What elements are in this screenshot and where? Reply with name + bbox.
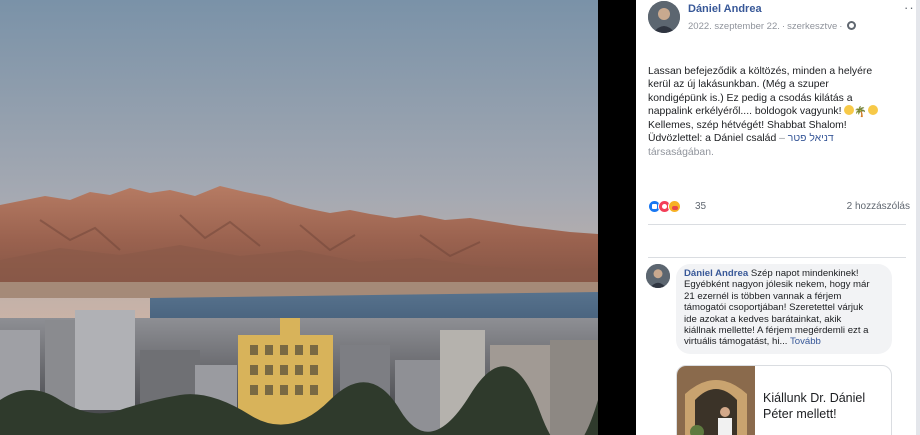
post-details-panel: Dániel Andrea 2022. szeptember 22. · szerk… <box>636 0 920 435</box>
meta-separator: · <box>781 21 786 32</box>
tag-separator: – <box>776 133 788 145</box>
post-header: Dániel Andrea 2022. szeptember 22. · szerk… <box>648 0 919 40</box>
comment-line: Egyébként nagyon jólesik nekem, hogy már <box>684 279 870 291</box>
comment-count-link[interactable]: 2 hozzászólás <box>847 201 910 212</box>
tag-suffix: társaságában. <box>648 146 714 158</box>
post-meta: 2022. szeptember 22. · szerkesztve · <box>688 21 857 32</box>
link-preview-image <box>677 366 755 435</box>
comment-line: Dániel Andrea Szép napot mindenkinek! <box>684 268 884 279</box>
comment-line: ide azokat a kedves barátainkat, akik <box>684 313 842 325</box>
care-reaction-icon[interactable] <box>668 200 681 213</box>
view-of-city-and-mountains-image <box>0 0 598 435</box>
panel-scrollbar[interactable] <box>916 0 920 435</box>
post-text-line-content: Üdvözlettel: a Dániel család <box>648 133 777 145</box>
link-title-line: Kiállunk Dr. Dániel <box>763 391 866 405</box>
post-text-line-content: nappalink erkélyéről.... boldogok vagyun… <box>648 105 842 117</box>
palm-tree-emoji-icon: 🌴 <box>854 106 867 118</box>
tagged-person-link[interactable]: דניאל פטר <box>788 133 834 144</box>
post-text-line: kerül az új lakásunkban. (Még a szuper <box>648 79 829 91</box>
photo-viewer-gap <box>598 0 636 435</box>
comment-last-line: virtuális támogatást, hi... <box>684 336 788 348</box>
comment-line: támogatói csoportjában! Szeretettel várj… <box>684 302 864 314</box>
comment-line: virtuális támogatást, hi... Tovább <box>684 336 884 347</box>
post-text-line: kondigépünk is.) Ez pedig a csodás kilát… <box>648 92 853 104</box>
post-text: Lassan befejeződik a költözés, minden a … <box>648 65 910 159</box>
author-avatar-image <box>648 1 680 33</box>
smiling-face-emoji-icon <box>867 104 878 115</box>
post-text-line: Lassan befejeződik a költözés, minden a … <box>648 66 873 77</box>
comment-first-line: Szép napot mindenkinek! <box>748 268 859 279</box>
post-photo[interactable] <box>0 0 598 435</box>
post-edited-label[interactable]: szerkesztve <box>787 21 837 32</box>
author-avatar[interactable] <box>648 1 680 33</box>
reaction-count[interactable]: 35 <box>695 201 706 212</box>
see-more-link[interactable]: Tovább <box>790 336 821 347</box>
comment-line: 21 ezernél is többen vannak a férjem <box>684 290 842 302</box>
divider <box>648 257 906 258</box>
divider <box>648 224 906 225</box>
comment-bubble: Dániel Andrea Szép napot mindenkinek! Eg… <box>676 264 892 354</box>
globe-icon <box>847 21 857 30</box>
comment-author-avatar[interactable] <box>646 264 670 288</box>
reactions-bar: 35 2 hozzászólás <box>648 199 910 215</box>
comment-line: kiállnak mellette! A férjem megérdemli e… <box>684 325 869 337</box>
post-author-name[interactable]: Dániel Andrea <box>688 3 762 15</box>
post-text-line: nappalink erkélyéről.... boldogok vagyun… <box>648 104 910 119</box>
post-text-line: Üdvözlettel: a Dániel család – דניאל פטר <box>648 132 910 145</box>
link-title-line: Péter mellett! <box>763 407 837 421</box>
post-date[interactable]: 2022. szeptember 22. <box>688 21 780 32</box>
post-text-line: Kellemes, szép hétvégét! Shabbat Shalom! <box>648 120 847 132</box>
comment-author-name[interactable]: Dániel Andrea <box>684 268 748 279</box>
link-preview-card[interactable]: Kiállunk Dr. Dániel Péter mellett! <box>676 365 892 435</box>
link-preview-title[interactable]: Kiállunk Dr. Dániel Péter mellett! <box>763 390 865 422</box>
meta-separator: · <box>839 21 843 32</box>
grinning-face-emoji-icon <box>844 104 855 115</box>
comment-avatar-image <box>646 264 670 288</box>
